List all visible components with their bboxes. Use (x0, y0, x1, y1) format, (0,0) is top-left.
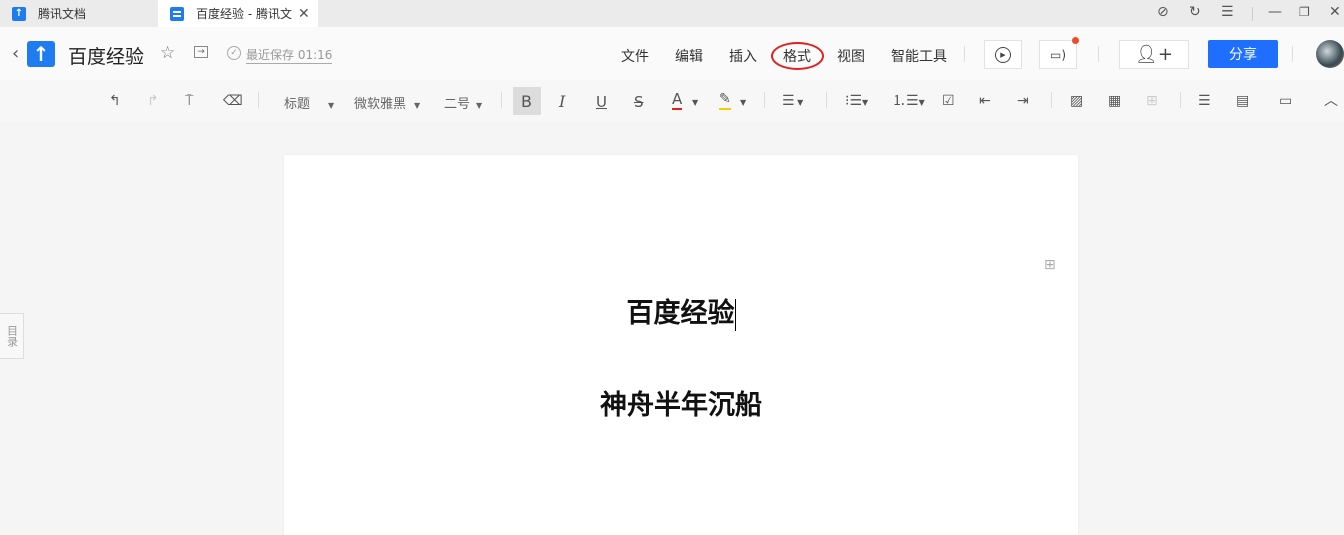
play-button[interactable]: ▶ (984, 40, 1022, 69)
comment-add-icon[interactable]: ⊞ (1146, 91, 1158, 111)
checklist-icon[interactable]: ☑ (942, 91, 955, 111)
tab-document[interactable]: 百度经验 - 腾讯文 ✕ (158, 0, 318, 27)
document-heading[interactable]: 百度经验 (284, 291, 1078, 331)
toc-label: 目录 (5, 325, 19, 347)
size-select[interactable]: 二号 ▼ (444, 93, 482, 112)
tencent-docs-logo-icon: ↑ (12, 6, 26, 21)
find-icon[interactable]: ☰ (1198, 91, 1211, 111)
save-status[interactable]: 最近保存 01:16 (246, 46, 333, 64)
undo-icon[interactable]: ↰ (109, 91, 121, 111)
chevron-down-icon[interactable]: ▼ (692, 93, 698, 113)
numbered-list-icon[interactable]: ⒈☰▼ (892, 91, 925, 113)
divider (1051, 92, 1052, 108)
notification-dot (1072, 37, 1079, 44)
present-icon: ▭) (1049, 47, 1067, 62)
divider (826, 92, 827, 108)
style-select[interactable]: 标题 ▼ (284, 93, 334, 112)
back-icon[interactable]: ‹ (12, 43, 19, 64)
saved-check-icon: ✓ (227, 46, 241, 60)
tab-label: 腾讯文档 (38, 7, 87, 21)
style-value: 标题 (284, 97, 311, 112)
tab-label: 百度经验 - 腾讯文 (196, 7, 292, 21)
share-button[interactable]: 分享 (1208, 40, 1278, 68)
menu-insert[interactable]: 插入 (729, 46, 757, 66)
divider (258, 92, 259, 108)
comments-icon[interactable]: ▭ (1279, 91, 1292, 111)
chevron-down-icon: ▼ (414, 101, 421, 110)
menu-icon[interactable]: ☰ (1221, 4, 1234, 20)
avatar[interactable] (1316, 40, 1344, 68)
tencent-docs-logo-icon[interactable]: ↑ (27, 41, 55, 67)
font-select[interactable]: 微软雅黑 ▼ (354, 93, 420, 112)
menu-view[interactable]: 视图 (837, 46, 865, 66)
chevron-down-icon: ▼ (328, 101, 335, 110)
collapse-toolbar-icon[interactable]: ︿ (1324, 91, 1338, 111)
add-user-icon: 👤︎+ (1135, 44, 1173, 65)
font-color-icon[interactable]: A (672, 91, 683, 110)
highlight-icon[interactable]: ✎ (719, 91, 731, 110)
divider (1098, 46, 1099, 62)
close-window-icon[interactable]: ✕ (1329, 4, 1341, 20)
bullet-list-icon[interactable]: ⁝☰▼ (845, 91, 868, 113)
divider (501, 92, 502, 108)
highlight-circle (771, 42, 824, 70)
chevron-down-icon: ▼ (476, 101, 483, 110)
document-page[interactable]: ⊞ 百度经验 神舟半年沉船 (284, 155, 1078, 535)
format-painter-icon[interactable]: ⍑ (185, 91, 193, 111)
present-button[interactable]: ▭) (1039, 40, 1077, 69)
strikethrough-icon[interactable]: S (634, 92, 644, 112)
translate-icon[interactable]: ▤ (1236, 91, 1249, 111)
divider (1252, 7, 1253, 21)
menu-smart-tools[interactable]: 智能工具 (891, 46, 947, 66)
text-cursor (734, 298, 736, 331)
table-icon[interactable]: ▦ (1108, 91, 1121, 111)
divider (1292, 46, 1293, 62)
size-value: 二号 (444, 97, 471, 112)
star-icon[interactable]: ☆ (160, 43, 175, 63)
restore-icon[interactable]: ❐ (1299, 5, 1310, 19)
heading-text: 百度经验 (626, 298, 735, 329)
document-title[interactable]: 百度经验 (68, 42, 144, 69)
minimize-icon[interactable]: — (1268, 4, 1282, 20)
indent-icon[interactable]: ⇥ (1017, 91, 1029, 111)
add-collaborator-button[interactable]: 👤︎+ (1119, 40, 1189, 69)
image-icon[interactable]: ▨ (1070, 91, 1083, 111)
divider (964, 46, 965, 62)
divider (1180, 92, 1181, 108)
play-icon: ▶ (995, 46, 1011, 63)
italic-icon[interactable]: I (559, 92, 565, 112)
document-icon (170, 6, 184, 21)
menu-file[interactable]: 文件 (621, 46, 649, 66)
align-icon[interactable]: ☰ ▼ (782, 91, 803, 113)
menu-edit[interactable]: 编辑 (675, 46, 703, 66)
document-subheading[interactable]: 神舟半年沉船 (284, 383, 1078, 422)
underline-icon[interactable]: U (596, 92, 607, 112)
outdent-icon[interactable]: ⇤ (979, 91, 991, 111)
close-tab-icon[interactable]: ✕ (298, 6, 310, 22)
refresh-icon[interactable]: ↻ (1189, 4, 1201, 20)
clear-format-icon[interactable]: ⌫ (223, 91, 243, 111)
divider (764, 92, 765, 108)
tab-home[interactable]: ↑ 腾讯文档 (0, 0, 158, 27)
bold-icon[interactable]: B (521, 92, 532, 112)
font-value: 微软雅黑 (354, 97, 407, 112)
add-comment-icon[interactable]: ⊞ (1044, 257, 1056, 273)
redo-icon[interactable]: ↱ (147, 91, 159, 111)
move-to-folder-icon[interactable]: → (194, 46, 208, 58)
compass-icon[interactable]: ⊘ (1157, 4, 1169, 20)
chevron-down-icon[interactable]: ▼ (740, 93, 746, 113)
toc-toggle[interactable]: 目录 (0, 313, 24, 359)
